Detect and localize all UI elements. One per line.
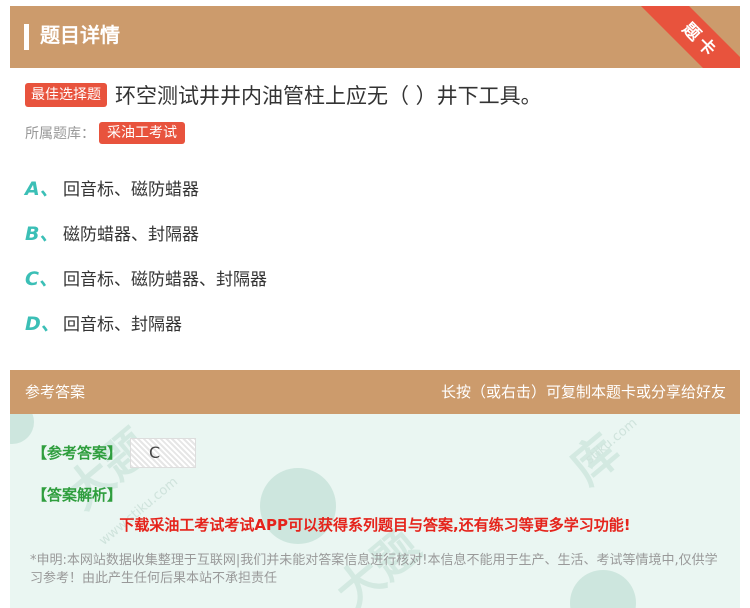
ribbon-label: 题卡 xyxy=(640,6,740,68)
answer-body: 大题 大题 库 www.stiku.com stiku.com 【参考答案】 C… xyxy=(10,414,740,608)
option-text: 回音标、磁防蜡器 xyxy=(63,179,199,200)
ribbon-corner: 题卡 xyxy=(640,6,740,68)
answer-section-title: 参考答案 xyxy=(25,383,86,401)
option-d[interactable]: D、 回音标、封隔器 xyxy=(25,308,182,336)
page-title: 题目详情 xyxy=(40,23,120,47)
option-text: 回音标、封隔器 xyxy=(63,314,182,335)
header-accent-bar xyxy=(24,24,29,50)
option-letter: C、 xyxy=(25,267,58,290)
option-text: 回音标、磁防蜡器、封隔器 xyxy=(63,269,267,290)
answer-value: C xyxy=(130,438,196,468)
option-c[interactable]: C、 回音标、磁防蜡器、封隔器 xyxy=(25,263,267,291)
disclaimer-text: *申明:本网站数据收集整理于互联网|我们并未能对答案信息进行核对!本信息不能用于… xyxy=(30,553,718,586)
option-letter: A、 xyxy=(25,177,59,200)
option-letter: D、 xyxy=(25,312,60,335)
answer-header: 参考答案 长按（或右击）可复制本题卡或分享给好友 xyxy=(10,370,740,414)
copy-share-hint: 长按（或右击）可复制本题卡或分享给好友 xyxy=(440,383,726,401)
option-a[interactable]: A、 回音标、磁防蜡器 xyxy=(25,173,199,201)
question-type-badge: 最佳选择题 xyxy=(25,83,107,107)
answer-label: 【参考答案】 xyxy=(32,444,123,462)
analysis-label: 【答案解析】 xyxy=(32,486,123,504)
question-row: 最佳选择题 环空测试井井内油管柱上应无（ ）井下工具。 xyxy=(25,80,740,110)
question-bank-label: 所属题库： xyxy=(25,126,95,142)
option-text: 磁防蜡器、封隔器 xyxy=(63,224,199,245)
option-letter: B、 xyxy=(25,222,59,245)
card-header: 题目详情 题卡 xyxy=(10,6,740,68)
option-b[interactable]: B、 磁防蜡器、封隔器 xyxy=(25,218,199,246)
question-bank-tag[interactable]: 采油工考试 xyxy=(99,122,185,144)
app-promo-link[interactable]: 下载采油工考试考试APP可以获得系列题目与答案,还有练习等更多学习功能! xyxy=(10,514,740,535)
watermark-logo-icon xyxy=(10,414,34,444)
question-text: 环空测试井井内油管柱上应无（ ）井下工具。 xyxy=(115,84,542,108)
question-bank-row: 所属题库： 采油工考试 xyxy=(25,121,185,145)
